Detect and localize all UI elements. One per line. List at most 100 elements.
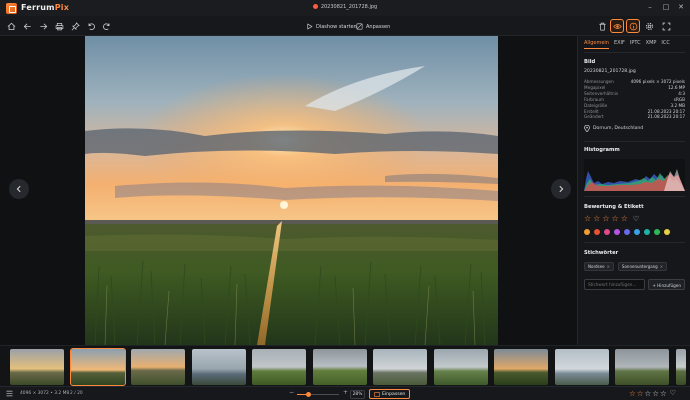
file-name: 20230821_201728.jpg (584, 69, 636, 74)
zoom-in-button[interactable]: + (343, 389, 348, 396)
tab-xmp[interactable]: XMP (646, 40, 657, 49)
previous-image-button[interactable] (9, 179, 29, 199)
remove-keyword-icon[interactable]: × (660, 264, 663, 269)
zoom-slider-handle[interactable] (306, 391, 312, 397)
fit-button[interactable]: Einpassen (369, 389, 411, 399)
keyword-text: Nordsee (588, 264, 605, 269)
thumbnail[interactable] (434, 349, 488, 385)
window-title: 20230821_201728.jpg (0, 4, 690, 10)
play-icon (307, 23, 313, 30)
rating-title: Bewertung & Etikett (584, 204, 644, 210)
thumbnail[interactable] (313, 349, 367, 385)
keyword-tags: Nordsee × Sonnenuntergang × (584, 262, 685, 271)
next-image-button[interactable] (551, 179, 571, 199)
slideshow-button[interactable]: Diashow starten (306, 21, 357, 32)
keyword-text: Sonnenuntergang (621, 264, 658, 269)
star-4-icon[interactable]: ☆ (612, 214, 619, 223)
star-5-icon[interactable]: ☆ (660, 389, 667, 398)
home-icon (7, 22, 15, 30)
menu-button[interactable] (6, 390, 13, 397)
maximize-button[interactable]: □ (661, 3, 671, 11)
keyword-input[interactable] (584, 279, 646, 290)
color-label-blue[interactable] (634, 229, 640, 235)
star-2-icon[interactable]: ☆ (593, 214, 600, 223)
star-2-icon[interactable]: ☆ (637, 389, 644, 398)
settings-button[interactable] (642, 19, 656, 33)
keywords-section: Stichwörter Nordsee× Sonnenuntergang× + … (584, 250, 685, 290)
zoom-percent[interactable]: 28% (350, 390, 365, 399)
color-label-purple[interactable] (614, 229, 620, 235)
status-bar: 4096 × 3072 • 3.2 MB 2 / 20 − + 28% Einp… (0, 386, 690, 400)
star-4-icon[interactable]: ☆ (652, 389, 659, 398)
star-3-icon[interactable]: ☆ (602, 214, 609, 223)
keyword-input-row: + Hinzufügen (584, 279, 685, 290)
view-toggle-button[interactable] (610, 19, 624, 33)
adjust-button[interactable]: Anpassen (356, 21, 390, 32)
thumbnail[interactable] (555, 349, 609, 385)
thumbnail[interactable] (373, 349, 427, 385)
tab-iptc[interactable]: IPTC (630, 40, 641, 49)
histogram-title: Histogramm (584, 147, 620, 153)
rotate-left-button[interactable] (84, 19, 98, 33)
color-label-green[interactable] (654, 229, 660, 235)
property-key: Geändert (584, 114, 604, 120)
filmstrip (0, 345, 690, 386)
image-section-title: Bild (584, 59, 596, 65)
color-label-red[interactable] (594, 229, 600, 235)
eye-icon (612, 23, 622, 29)
pin-button[interactable] (68, 19, 82, 33)
back-button[interactable] (20, 19, 34, 33)
star-1-icon[interactable]: ☆ (629, 389, 636, 398)
print-button[interactable] (52, 19, 66, 33)
thumbnail[interactable] (10, 349, 64, 385)
keyword-tag[interactable]: Sonnenuntergang × (617, 262, 668, 271)
info-icon (629, 22, 637, 30)
home-button[interactable] (4, 19, 18, 33)
info-panel: Allgemein EXIF IPTC XMP ICC Bild 2023082… (577, 36, 690, 345)
image-viewer (0, 36, 577, 345)
keyword-tag[interactable]: Nordsee × (584, 262, 614, 271)
color-label-pink[interactable] (604, 229, 610, 235)
zoom-slider[interactable] (297, 391, 339, 397)
remove-keyword-icon[interactable]: × (607, 264, 610, 269)
thumbnail[interactable] (615, 349, 669, 385)
pin-icon (71, 21, 80, 30)
favorite-heart-icon[interactable]: ♡ (670, 389, 676, 398)
tab-exif[interactable]: EXIF (614, 40, 625, 49)
histogram-section: Histogramm (584, 147, 685, 191)
color-label-yellow[interactable] (664, 229, 670, 235)
info-button[interactable] (626, 19, 640, 33)
tab-icc[interactable]: ICC (661, 40, 669, 49)
rating-stars: ☆ ☆ ☆ ☆ ☆ ♡ (584, 214, 685, 223)
star-5-icon[interactable]: ☆ (621, 214, 628, 223)
forward-button[interactable] (36, 19, 50, 33)
star-1-icon[interactable]: ☆ (584, 214, 591, 223)
rotate-right-button[interactable] (99, 19, 113, 33)
thumbnail-selected[interactable] (70, 348, 126, 386)
thumbnail[interactable] (676, 349, 686, 385)
tab-general[interactable]: Allgemein (584, 40, 609, 49)
section-divider (584, 196, 685, 197)
color-label-orange[interactable] (584, 229, 590, 235)
add-keyword-button[interactable]: + Hinzufügen (648, 279, 685, 290)
chevron-left-icon (16, 185, 21, 193)
menu-icon (6, 390, 13, 397)
delete-button[interactable] (595, 19, 609, 33)
location-row[interactable]: Dornum, Deutschland (584, 125, 685, 133)
thumbnail[interactable] (192, 349, 246, 385)
sunset-photo (85, 36, 498, 345)
favorite-heart-icon[interactable]: ♡ (633, 215, 639, 223)
close-button[interactable]: ✕ (676, 3, 686, 11)
thumbnail[interactable] (252, 349, 306, 385)
color-label-teal[interactable] (644, 229, 650, 235)
fullscreen-button[interactable] (659, 19, 673, 33)
thumbnail[interactable] (131, 349, 185, 385)
adjust-label: Anpassen (366, 23, 391, 30)
color-label-indigo[interactable] (624, 229, 630, 235)
zoom-out-button[interactable]: − (289, 389, 294, 396)
star-3-icon[interactable]: ☆ (644, 389, 651, 398)
main-photo[interactable] (85, 36, 498, 345)
thumbnail[interactable] (494, 349, 548, 385)
fit-label: Einpassen (382, 391, 406, 397)
minimize-button[interactable]: – (645, 3, 655, 11)
